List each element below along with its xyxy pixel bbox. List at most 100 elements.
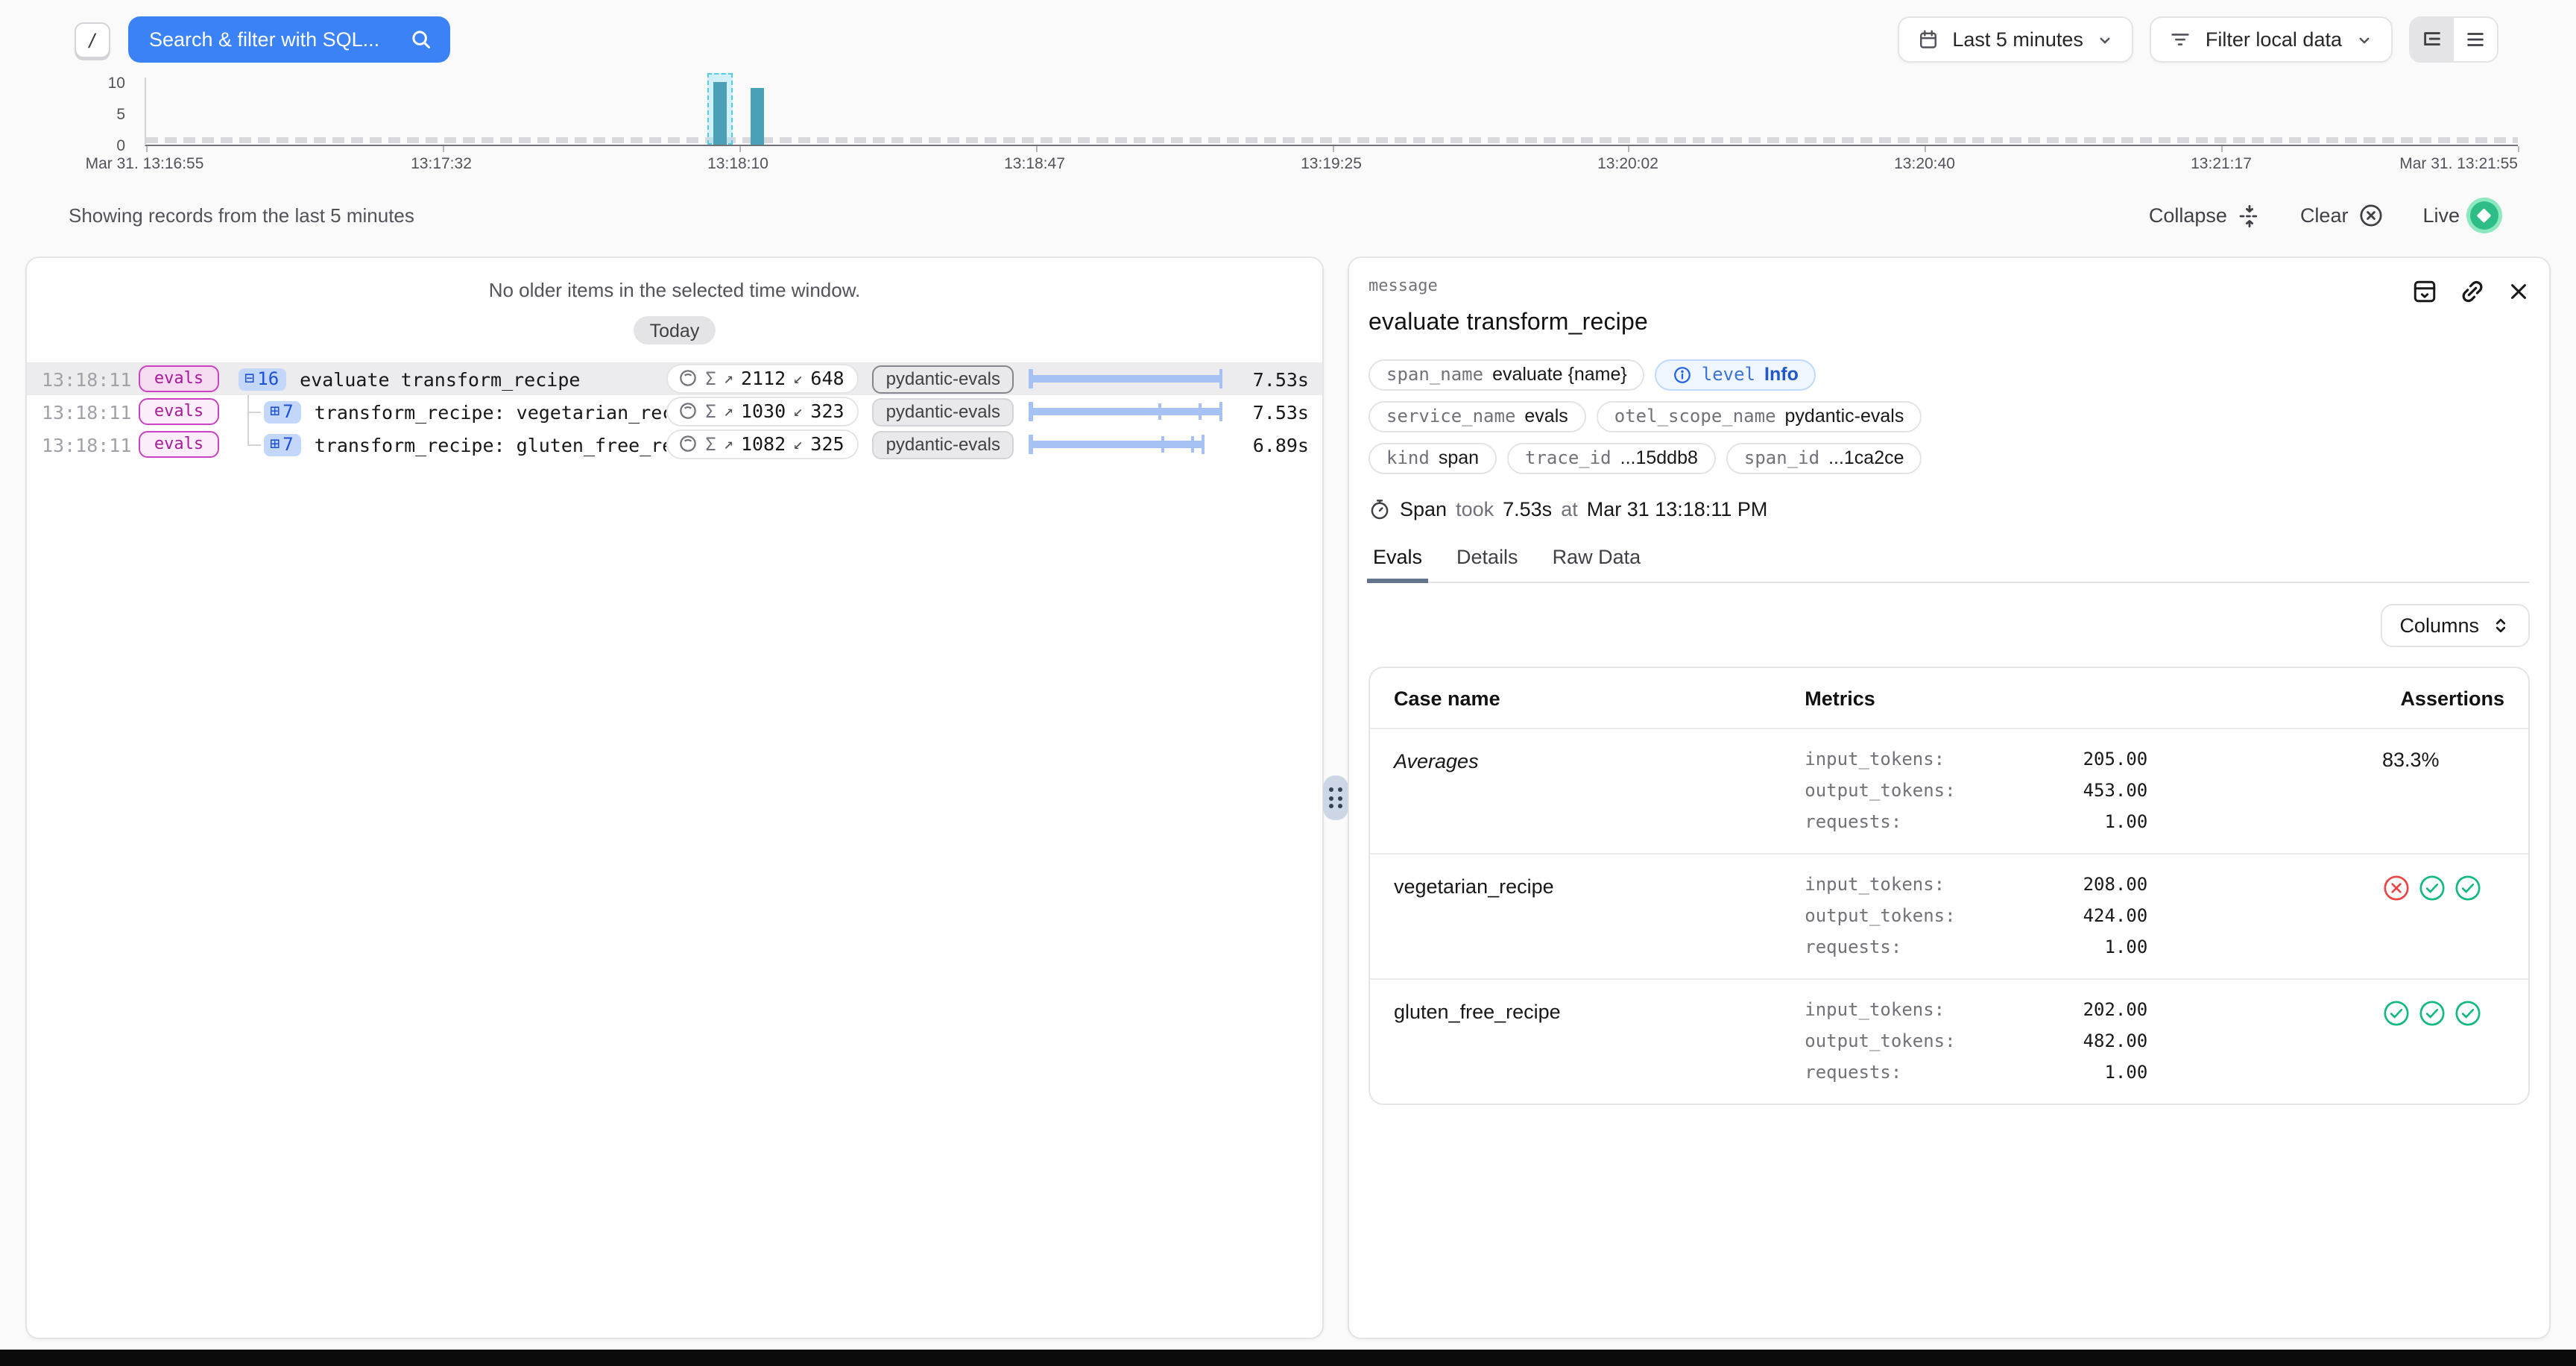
span-name: transform_recipe: vegetarian_recipe [315,400,667,423]
duration-bar [1029,428,1222,461]
logfire-live-view: / Search & filter with SQL... Last 5 min… [0,0,2576,1366]
x-axis-tick [443,146,444,152]
sigma-icon: Σ [705,368,716,388]
service-badge: evals [139,398,219,425]
columns-button[interactable]: Columns [2380,604,2530,647]
table-row[interactable]: gluten_free_recipe input_tokens:202.00 o… [1370,978,2528,1104]
evals-table-header: Case name Metrics Assertions [1370,668,2528,728]
span-name: evaluate transform_recipe [300,368,580,390]
empty-buckets-dashes [146,136,2518,143]
expand-toggle[interactable]: ⊞ 7 [264,400,301,423]
x-axis-tick [2518,146,2519,152]
x-axis-tick [1035,146,1037,152]
scope-tag[interactable]: pydantic-evals [873,397,1014,426]
service-badge: evals [139,365,219,392]
x-tick-label: Mar 31. 13:21:55 [2399,155,2518,173]
time-range-label: Last 5 minutes [1952,28,2083,51]
x-axis-tick [2221,146,2223,152]
x-axis-tick [1925,146,1927,152]
filter-local-data-label: Filter local data [2206,28,2342,51]
span-name: transform_recipe: gluten_free_recipe [315,433,667,456]
chip-level[interactable]: level Info [1655,359,1816,391]
assertions-cell [2382,999,2504,1027]
tab-evals[interactable]: Evals [1370,546,1425,582]
histogram-bar[interactable] [713,81,727,145]
chevron-down-icon [2355,31,2373,48]
tree-connector [239,428,264,461]
chip-service-name[interactable]: service_name evals [1368,401,1586,432]
stopwatch-icon [1368,498,1391,520]
col-assertions: Assertions [2361,687,2504,710]
y-tick-label: 5 [116,106,125,124]
child-count: 7 [282,400,293,421]
attribute-chips: span_name evaluate {name} level Info [1368,359,2530,474]
slash-shortcut-key: / [75,22,110,57]
scope-tag[interactable]: pydantic-evals [873,430,1014,459]
tokens-in-value: 2112 [741,367,786,389]
top-toolbar: / Search & filter with SQL... Last 5 min… [0,0,2576,69]
x-tick-label: Mar 31. 13:16:55 [86,155,204,173]
empty-notice: No older items in the selected time wind… [27,279,1322,301]
trace-row[interactable]: 13:18:11 evals ⊞ 7 transform_recipe: veg… [27,395,1322,428]
tab-raw-data[interactable]: Raw Data [1550,546,1644,582]
child-count: 16 [257,368,279,388]
assertion-percentage: 83.3% [2382,749,2440,771]
tree-view-toggle[interactable] [2411,18,2454,61]
expand-toggle[interactable]: ⊟ 16 [239,368,286,390]
duration-bar [1029,362,1222,395]
service-badge: evals [139,431,219,458]
expand-toggle[interactable]: ⊞ 7 [264,433,301,456]
clear-button[interactable]: Clear [2300,203,2384,228]
tokens-in-value: 1082 [741,432,786,455]
filter-lines-icon [2170,28,2192,51]
collapse-button[interactable]: Collapse [2149,204,2261,227]
duration-bar [1029,395,1222,428]
token-usage-pill[interactable]: Σ ↗ 1030 ↙ 323 [666,397,859,427]
trace-list-panel[interactable]: No older items in the selected time wind… [25,256,1324,1339]
tokens-out-icon: ↙ [793,434,803,453]
live-toggle-button[interactable]: Live [2422,201,2498,230]
token-usage-pill[interactable]: Σ ↗ 2112 ↙ 648 [666,364,859,394]
collapse-minus-icon: ⊟ [244,368,254,388]
dock-panel-icon[interactable] [2412,279,2437,304]
records-histogram[interactable]: 10 5 0 Mar 31. 13:16:5513:17:3213:18:101… [75,78,2518,182]
chip-trace-id[interactable]: trace_id ...15ddb8 [1507,443,1716,474]
token-usage-pill[interactable]: Σ ↗ 1082 ↙ 325 [666,429,859,459]
splitter-drag-handle[interactable] [1323,775,1348,820]
x-axis-tick [1629,146,1630,152]
assertion-pass-icon [2454,874,2482,902]
copy-link-icon[interactable] [2460,279,2485,304]
x-tick-label: 13:19:25 [1301,155,1362,173]
collapse-icon [2238,204,2261,227]
search-button[interactable]: Search & filter with SQL... [128,16,450,63]
table-row[interactable]: Averages input_tokens:205.00 output_toke… [1370,728,2528,853]
chip-kind[interactable]: kind span [1368,443,1497,474]
expand-plus-icon: ⊞ [270,434,280,453]
tokens-out-icon: ↙ [793,368,803,388]
close-icon[interactable] [2507,280,2530,303]
list-view-toggle[interactable] [2454,18,2497,61]
x-tick-label: 13:20:40 [1894,155,1955,173]
histogram-bar[interactable] [751,88,765,145]
metrics-cell: input_tokens:205.00 output_tokens:453.00… [1805,749,2361,832]
col-metrics: Metrics [1805,687,2361,710]
trace-row[interactable]: 13:18:11 evals ⊞ 7 transform_recipe: glu… [27,428,1322,461]
trace-rows: 13:18:11 evals ⊟ 16 evaluate transform_r… [27,362,1322,461]
col-case-name: Case name [1394,687,1805,710]
evals-table: Case name Metrics Assertions Averages in… [1368,667,2530,1105]
time-range-dropdown[interactable]: Last 5 minutes [1897,16,2134,63]
tab-details[interactable]: Details [1453,546,1521,582]
chip-otel-scope-name[interactable]: otel_scope_name pydantic-evals [1597,401,1922,432]
chip-span-id[interactable]: span_id ...1ca2ce [1726,443,1922,474]
tokens-in-icon: ↗ [724,401,733,421]
trace-row[interactable]: 13:18:11 evals ⊟ 16 evaluate transform_r… [27,362,1322,395]
histogram-plot-area[interactable] [145,78,2518,146]
sigma-icon: Σ [705,433,716,454]
x-tick-label: 13:18:10 [707,155,768,173]
table-row[interactable]: vegetarian_recipe input_tokens:208.00 ou… [1370,853,2528,978]
tokens-out-value: 325 [810,432,844,455]
tokens-out-value: 648 [810,367,844,389]
scope-tag[interactable]: pydantic-evals [873,365,1014,393]
filter-local-data-dropdown[interactable]: Filter local data [2150,16,2393,63]
chip-span-name[interactable]: span_name evaluate {name} [1368,359,1645,391]
